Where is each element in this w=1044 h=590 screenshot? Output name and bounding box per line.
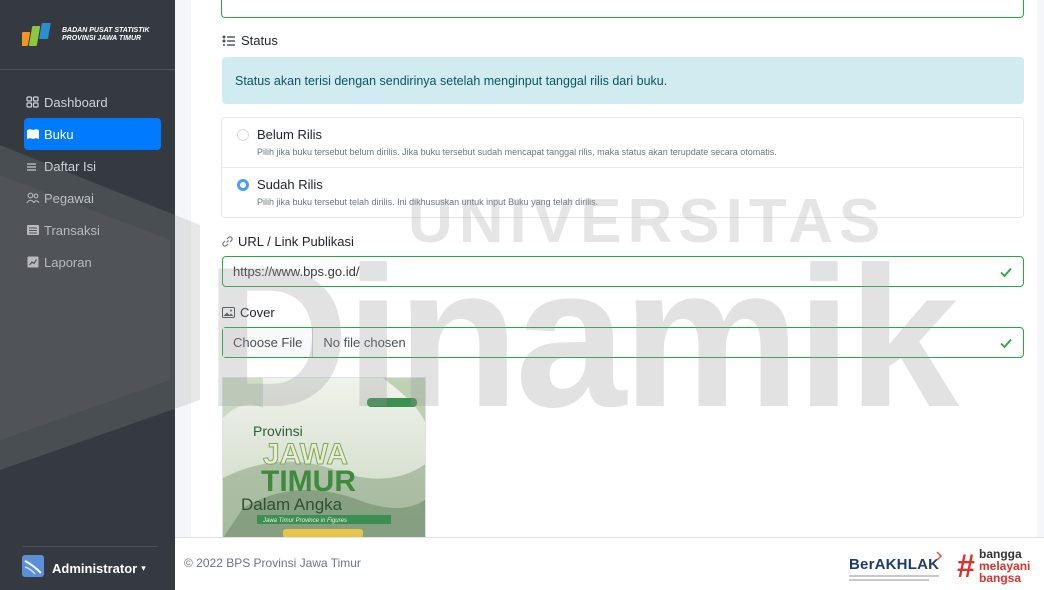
user-name: Administrator	[52, 561, 138, 576]
link-icon	[222, 236, 233, 247]
cover-label: Cover	[240, 305, 275, 320]
radio-belum-rilis[interactable]	[237, 129, 249, 141]
transaction-icon	[26, 224, 40, 236]
status-label-row: Status	[222, 33, 278, 48]
dashboard-icon	[26, 96, 40, 108]
sidebar-item-label: Buku	[44, 126, 74, 142]
cover-text-dalam-angka: Dalam Angka	[241, 495, 343, 514]
sidebar-item-label: Pegawai	[44, 190, 94, 206]
radio-title: Belum Rilis	[257, 127, 323, 142]
book-icon	[26, 128, 40, 140]
sidebar-item-label: Daftar Isi	[44, 158, 97, 174]
status-list-icon	[222, 35, 236, 46]
radio-option-sudah-rilis[interactable]: Sudah Rilis Pilih jika buku tersebut tel…	[222, 168, 1023, 218]
url-label: URL / Link Publikasi	[238, 234, 354, 249]
sidebar-item-label: Dashboard	[44, 94, 108, 110]
radio-description: Pilih jika buku tersebut belum dirilis. …	[257, 147, 777, 157]
image-icon	[222, 307, 235, 318]
cover-label-row: Cover	[222, 305, 275, 320]
file-name-text: No file chosen	[323, 335, 406, 350]
berakhlak-logo: BerAKHLAK	[849, 550, 949, 586]
user-panel[interactable]: Administrator ▾	[22, 546, 157, 590]
radio-sudah-rilis[interactable]	[237, 179, 249, 191]
users-icon	[26, 192, 40, 204]
sidebar-item-dashboard[interactable]: Dashboard	[24, 86, 161, 118]
sidebar-item-buku[interactable]: Buku	[24, 118, 161, 150]
sidebar-item-laporan[interactable]: Laporan	[24, 246, 161, 278]
sidebar-item-label: Transaksi	[44, 222, 100, 238]
cover-text-timur: TIMUR	[261, 465, 356, 498]
sidebar-item-label: Laporan	[44, 254, 92, 270]
cover-text-provinsi: Provinsi	[253, 423, 303, 439]
valid-check-icon	[999, 265, 1013, 279]
url-input[interactable]: https://www.bps.go.id/	[222, 256, 1024, 287]
list-icon	[26, 160, 40, 172]
valid-check-icon	[999, 336, 1013, 350]
bps-logo-icon	[19, 22, 56, 48]
sidebar: BADAN PUSAT STATISTIK PROVINSI JAWA TIMU…	[0, 0, 175, 590]
sidebar-item-daftar-isi[interactable]: Daftar Isi	[24, 150, 161, 182]
url-input-value: https://www.bps.go.id/	[233, 264, 360, 279]
hashtag-icon: #	[957, 548, 975, 584]
previous-field-edge	[221, 0, 1024, 18]
copyright-text: © 2022 BPS Provinsi Jawa Timur	[184, 556, 361, 570]
form-card: Status Status akan terisi dengan sendiri…	[191, 0, 1037, 537]
footer: © 2022 BPS Provinsi Jawa Timur BerAKHLAK…	[175, 537, 1044, 590]
brand-line2: PROVINSI JAWA TIMUR	[62, 34, 142, 42]
url-label-row: URL / Link Publikasi	[222, 234, 354, 249]
cover-preview-image: Provinsi JAWA TIMUR Dalam Angka Jawa Tim…	[222, 377, 426, 537]
status-label: Status	[241, 33, 278, 48]
choose-file-button[interactable]: Choose File	[223, 328, 314, 357]
caret-down-icon: ▾	[141, 563, 146, 573]
brand[interactable]: BADAN PUSAT STATISTIK PROVINSI JAWA TIMU…	[0, 0, 175, 70]
report-icon	[26, 256, 40, 268]
user-avatar-icon	[22, 555, 44, 582]
cover-text-subtitle: Jawa Timur Province in Figures	[262, 518, 347, 524]
sidebar-item-transaksi[interactable]: Transaksi	[24, 214, 161, 246]
radio-description: Pilih jika buku tersebut telah dirilis. …	[257, 197, 599, 207]
sidebar-item-pegawai[interactable]: Pegawai	[24, 182, 161, 214]
status-info-alert: Status akan terisi dengan sendirinya set…	[222, 57, 1024, 104]
cover-file-input[interactable]: Choose File No file chosen	[222, 327, 1024, 358]
main-content: Status Status akan terisi dengan sendiri…	[175, 0, 1044, 537]
radio-title: Sudah Rilis	[257, 177, 323, 192]
radio-option-belum-rilis[interactable]: Belum Rilis Pilih jika buku tersebut bel…	[222, 118, 1023, 168]
bangga-melayani-logo: # bangga melayani bangsa	[957, 544, 1044, 586]
status-radio-group: Belum Rilis Pilih jika buku tersebut bel…	[221, 117, 1024, 218]
bangsa-text: bangsa	[979, 571, 1022, 585]
brand-line1: BADAN PUSAT STATISTIK	[62, 26, 150, 34]
sidebar-nav: Dashboard Buku Daftar Isi Pegawai Transa…	[0, 86, 175, 278]
